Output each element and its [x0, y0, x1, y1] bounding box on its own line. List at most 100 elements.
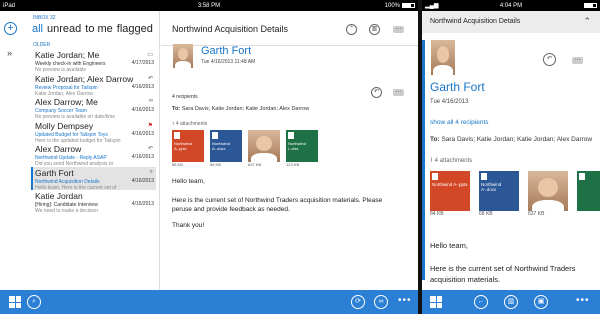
attachment-name: Northwind A-.docx: [212, 141, 231, 151]
message-list-pane: + » INBOX 32 all unread to me flagged OL…: [0, 11, 160, 290]
message-sender: Katie Jordan: [35, 191, 83, 201]
message-body: Here is the current set of Northwind Tra…: [172, 197, 383, 213]
attachment-item[interactable]: Northwind A-.docx 68 KB: [479, 171, 519, 217]
sender-name[interactable]: Garth Fort: [430, 80, 485, 94]
phone-app-bar: ← ▥ ▣ •••: [422, 290, 600, 314]
list-item[interactable]: Alex Darrow Northwind Update - Reply ASA…: [31, 143, 156, 167]
reply-icon: ↶: [147, 146, 153, 152]
message-list: Katie Jordan; Me Weekly check-in with En…: [31, 49, 156, 214]
phone-header: Northwind Acquisition Details ⌃: [422, 11, 600, 33]
message-date: 4/16/2013: [131, 154, 154, 160]
message-title: Northwind Acquisition Details: [172, 24, 289, 34]
xlsx-file-icon: [577, 171, 600, 211]
message-date: 4/17/2013: [131, 60, 154, 66]
search-icon[interactable]: ⌕: [27, 295, 41, 309]
message-date: Tue 4/16/2013: [430, 99, 469, 105]
list-item[interactable]: Katie Jordan; Me Weekly check-in with En…: [31, 49, 156, 73]
reply-icon[interactable]: ↶: [543, 53, 556, 66]
conversation-icon[interactable]: ∞: [374, 295, 388, 309]
more-icon[interactable]: •••: [576, 295, 590, 306]
photo-thumbnail: [528, 171, 568, 211]
message-sender: Alex Darrow; Me: [35, 97, 98, 107]
filter-to-me[interactable]: to me: [85, 23, 113, 35]
attachment-item[interactable]: Northwind A-.pptx 86 KB: [172, 130, 204, 167]
filter-unread[interactable]: unread: [47, 23, 81, 35]
message-date: 4/15/2013: [131, 201, 154, 207]
photo-thumbnail: [248, 130, 280, 162]
attachment-item[interactable]: Northwind I-.xlsx 123 KB: [286, 130, 318, 167]
recipients-list: Sara Davis; Katie Jordan; Katie Jordan; …: [441, 136, 593, 143]
attachment-item[interactable]: Northwind A-.docx 68 KB: [210, 130, 242, 167]
attachment-name: Northwind A-.pptx: [432, 182, 468, 187]
collapse-icon[interactable]: ⌃: [346, 24, 357, 35]
back-icon[interactable]: ←: [474, 295, 488, 309]
attachment-item[interactable]: 637 KB: [528, 171, 568, 217]
attachment-name: Northwind I-.xlsx: [288, 141, 307, 151]
message-sender: Alex Darrow: [35, 144, 82, 154]
more-icon[interactable]: …: [572, 56, 583, 64]
message-date: 4/16/2013: [131, 107, 154, 113]
message-date: 4/16/2013: [131, 83, 154, 90]
filter-flagged[interactable]: flagged: [117, 23, 153, 35]
more-icon[interactable]: …: [393, 25, 404, 33]
reply-icon: ↶: [147, 75, 153, 82]
ipad-app-bar: ⌕ ⟳ ∞ •••: [0, 290, 418, 314]
delete-icon[interactable]: ▥: [504, 295, 518, 309]
list-item[interactable]: Alex Darrow; Me Company Soccer Team No p…: [31, 96, 156, 120]
docx-file-icon: Northwind A-.docx: [210, 130, 242, 162]
attachment-item[interactable]: [577, 171, 600, 211]
sender-avatar: [173, 44, 193, 68]
filter-pivots: all unread to me flagged: [32, 23, 153, 35]
show-recipients-link[interactable]: show all 4 recipients: [430, 119, 489, 126]
delete-icon[interactable]: ▥: [369, 24, 380, 35]
list-item-selected[interactable]: Garth Fort Northwind Acquisition Details…: [31, 166, 156, 191]
sync-icon[interactable]: ⟳: [351, 295, 365, 309]
message-sender: Katie Jordan; Me: [35, 50, 100, 60]
battery-icon: [402, 3, 415, 8]
collapse-icon[interactable]: ⌃: [583, 16, 591, 27]
battery-icon: [584, 3, 597, 8]
message-greeting: Hello team,: [172, 178, 205, 185]
filter-all[interactable]: all: [32, 23, 43, 35]
status-time: 3:58 PM: [197, 2, 221, 9]
new-message-icon[interactable]: +: [4, 22, 17, 35]
message-date: 4/16/2013: [131, 177, 154, 184]
recipients-count[interactable]: 4 recipients: [172, 94, 198, 100]
message-sender: Katie Jordan; Alex Darrow: [35, 73, 134, 84]
attachment-name: Northwind A-.pptx: [174, 141, 193, 151]
sender-avatar: [431, 40, 455, 75]
ipad-screen: iPad 3:58 PM 100% + » INBOX 32 all unrea…: [0, 0, 418, 314]
attachment-size: 86 KB: [172, 162, 183, 167]
message-date: Tue 4/16/2013 11:48 AM: [201, 59, 256, 65]
attachment-item[interactable]: 637 KB: [248, 130, 280, 167]
attachment-item[interactable]: Northwind A-.pptx 84 KB: [430, 171, 470, 217]
message-sender: Garth Fort: [35, 167, 74, 178]
conversation-icon: ∞: [148, 98, 153, 104]
more-icon[interactable]: •••: [398, 295, 412, 306]
folder-nav-column: + »: [0, 11, 22, 290]
attachment-size: 84 KB: [430, 211, 444, 217]
xlsx-file-icon: Northwind I-.xlsx: [286, 130, 318, 162]
expand-folders-icon[interactable]: »: [7, 48, 12, 58]
list-item[interactable]: Katie Jordan; Alex Darrow Review Proposa…: [31, 73, 156, 97]
section-label: OLDER: [33, 42, 51, 48]
attachment-size: 68 KB: [210, 162, 221, 167]
phone-status-bar: ▂▄▆ 4:04 PM: [422, 0, 600, 11]
more-icon[interactable]: …: [393, 88, 404, 96]
inbox-label: INBOX 32: [33, 15, 56, 21]
windows-button[interactable]: [430, 296, 442, 308]
move-icon[interactable]: ▣: [534, 295, 548, 309]
sender-name[interactable]: Garth Fort: [201, 45, 251, 57]
windows-button[interactable]: [9, 296, 21, 308]
reply-icon[interactable]: ↶: [371, 87, 382, 98]
message-closing: Thank you!: [172, 222, 205, 229]
reading-pane: Northwind Acquisition Details ⌃ ▥ … Gart…: [161, 11, 418, 290]
recipients-list: Sara Davis; Katie Jordan; Katie Jordan; …: [181, 106, 310, 112]
attachment-name: Northwind A-.docx: [481, 182, 502, 192]
message-title: Northwind Acquisition Details: [430, 18, 521, 25]
list-item[interactable]: Katie Jordan [Hiring]: Candidate Intervi…: [31, 190, 156, 214]
list-item[interactable]: Molly Dempsey Updated Budget for Tailspi…: [31, 120, 156, 144]
message-greeting: Hello team,: [430, 241, 468, 250]
attachments-label: 4 attachments: [434, 158, 473, 164]
attachment-size: 68 KB: [479, 211, 493, 217]
